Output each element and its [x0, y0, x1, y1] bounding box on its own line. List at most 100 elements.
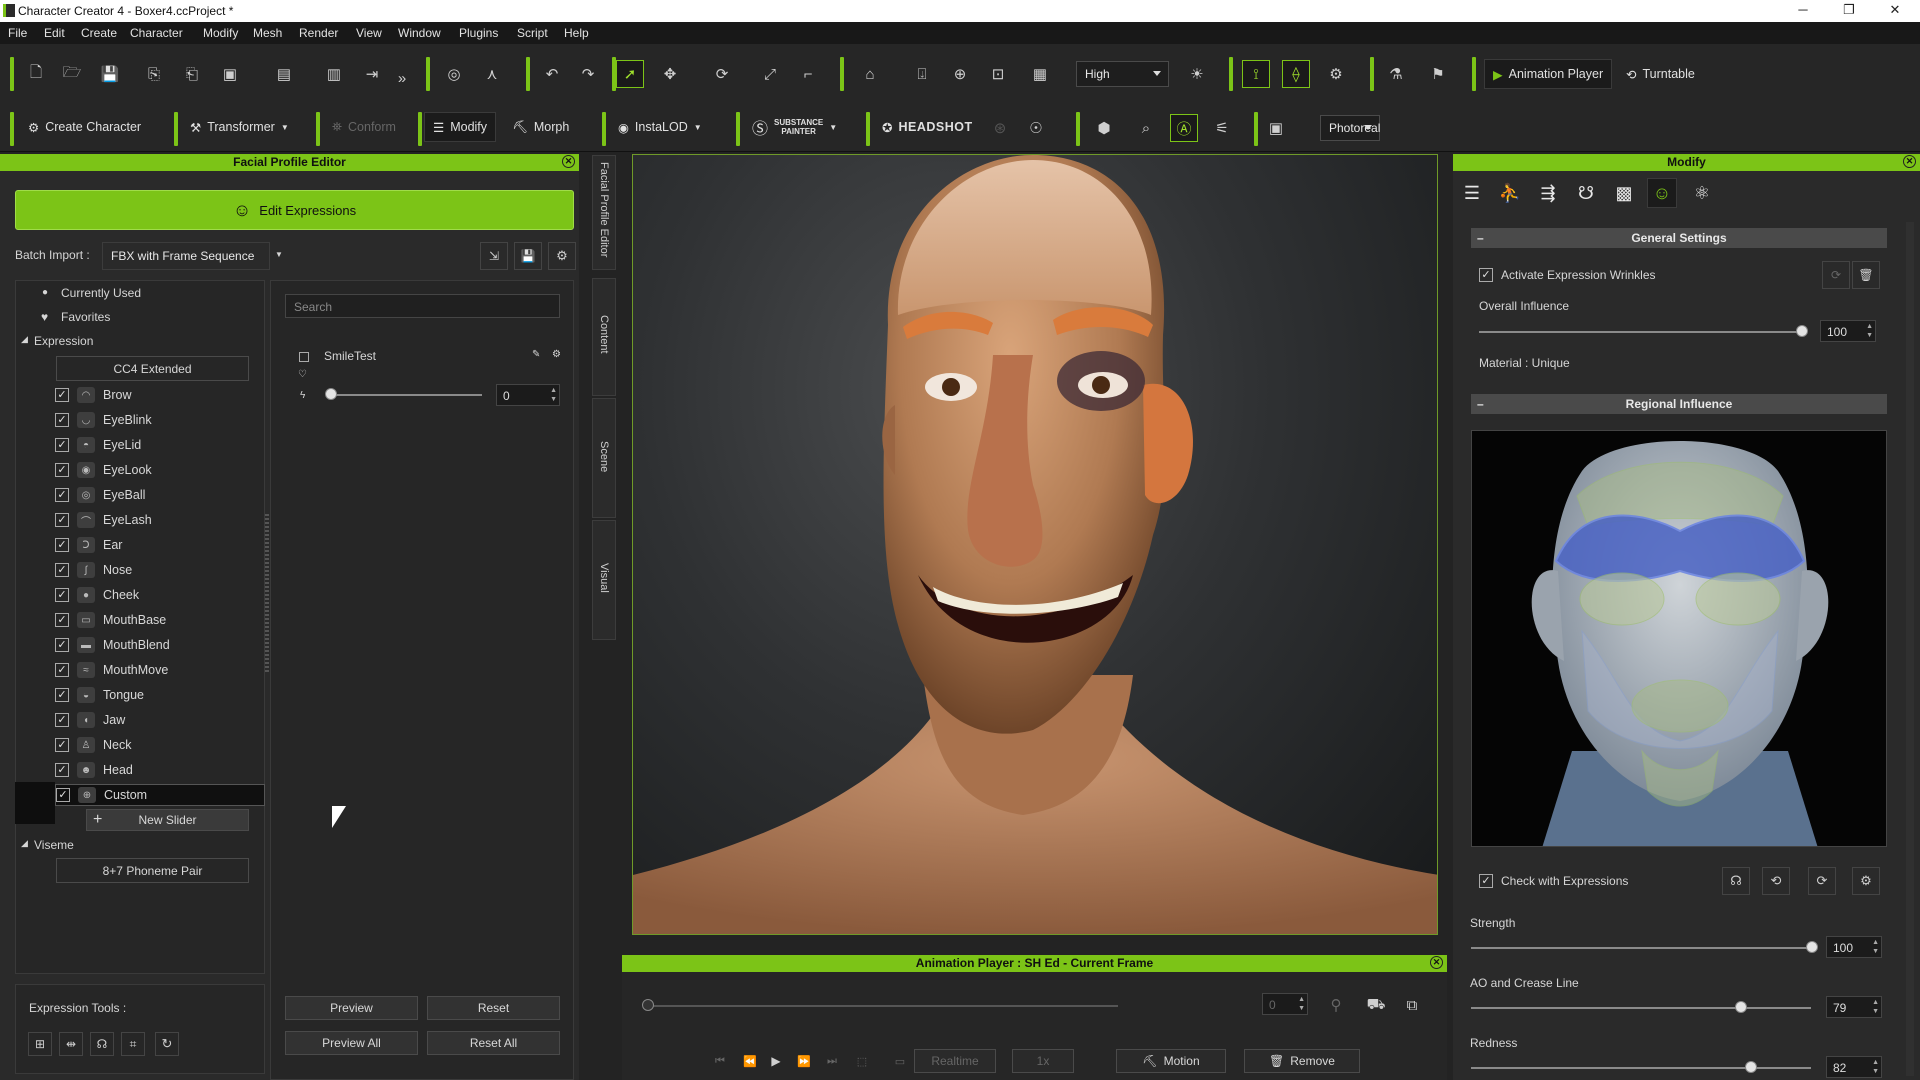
menu-view[interactable]: View: [356, 26, 382, 40]
tool-mask-icon[interactable]: ☊: [90, 1032, 114, 1056]
view-settings-icon[interactable]: ⚙: [1852, 867, 1880, 895]
preview-all-button[interactable]: Preview All: [285, 1031, 418, 1055]
list-item[interactable]: ✓ ◡ EyeBlink: [55, 409, 255, 431]
general-settings-header[interactable]: General Settings –: [1471, 228, 1887, 248]
strength-knob[interactable]: [1806, 941, 1818, 953]
more-icon[interactable]: »: [388, 64, 416, 92]
expression-header[interactable]: Expression: [34, 334, 93, 348]
checkbox-checked[interactable]: ✓: [55, 488, 69, 502]
new-slider-button[interactable]: + New Slider: [86, 809, 249, 831]
list-item[interactable]: ✓ ◠ Brow: [55, 384, 255, 406]
checkbox-checked[interactable]: ✓: [55, 463, 69, 477]
display-mode-icon[interactable]: ▦: [1026, 60, 1054, 88]
checkbox-checked[interactable]: ✓: [56, 788, 70, 802]
camera-frame-icon[interactable]: ⊡: [984, 60, 1012, 88]
close-panel-icon[interactable]: ✕: [1903, 155, 1916, 168]
slider-value-input[interactable]: 0 ▲ ▼: [496, 384, 560, 406]
view-reset-icon[interactable]: ⟳: [1808, 867, 1836, 895]
flag-icon[interactable]: ⚑: [1424, 60, 1452, 88]
overall-influence-knob[interactable]: [1796, 325, 1808, 337]
home-camera-icon[interactable]: ⌂: [856, 60, 884, 88]
import-expression-icon[interactable]: ⇲: [480, 242, 508, 270]
speed-select[interactable]: 1x: [1012, 1049, 1074, 1073]
checkbox-checked[interactable]: ✓: [55, 663, 69, 677]
spinner-icon[interactable]: ▲ ▼: [550, 386, 557, 404]
conform-button[interactable]: ⛯ Conform: [324, 112, 404, 142]
record-icon[interactable]: ▭: [886, 1047, 914, 1075]
refresh-disabled-icon[interactable]: ⟳: [1822, 261, 1850, 289]
instalod-button[interactable]: ◉ InstaLOD ▼: [610, 112, 710, 142]
skip-end-icon[interactable]: ⏭: [818, 1047, 846, 1075]
headphone-icon[interactable]: ☊: [1722, 867, 1750, 895]
view-rotate-icon[interactable]: ⟲: [1762, 867, 1790, 895]
material-icon[interactable]: ⬢: [1090, 114, 1118, 142]
collapse-triangle-icon[interactable]: ◢: [21, 334, 28, 345]
camera-icon[interactable]: ⛟: [1362, 991, 1390, 1019]
render-mode-select[interactable]: Photoreal: [1320, 115, 1380, 141]
menu-plugins[interactable]: Plugins: [459, 26, 498, 40]
save-icon[interactable]: 💾: [96, 60, 124, 88]
list-item[interactable]: ✓ ⌒ EyeLash: [55, 509, 255, 531]
tool-add-icon[interactable]: ⊞: [28, 1032, 52, 1056]
scale-icon[interactable]: ⤢: [756, 60, 784, 88]
timeline-knob[interactable]: [642, 999, 654, 1011]
loop-icon[interactable]: ⬚: [848, 1047, 876, 1075]
move-icon[interactable]: ✥: [656, 60, 684, 88]
send-icon[interactable]: ⇥: [358, 60, 386, 88]
currently-used-item[interactable]: Currently Used: [61, 286, 141, 300]
frame-input[interactable]: 0 ▲ ▼: [1262, 993, 1308, 1015]
transformer-button[interactable]: ⚒ Transformer ▼: [182, 112, 297, 142]
list-item[interactable]: ✓ ☻ Head: [55, 759, 255, 781]
menu-create[interactable]: Create: [81, 26, 117, 40]
reset-all-button[interactable]: Reset All: [427, 1031, 560, 1055]
undo-icon[interactable]: ↶: [538, 60, 566, 88]
close-panel-icon[interactable]: ✕: [1430, 956, 1443, 969]
checkbox-checked[interactable]: ✓: [55, 713, 69, 727]
spinner-icon[interactable]: ▲ ▼: [1298, 995, 1305, 1013]
checkbox-checked[interactable]: ✓: [55, 513, 69, 527]
redness-knob[interactable]: [1744, 1061, 1757, 1073]
motion-edit-icon[interactable]: ⟠: [1282, 60, 1310, 88]
morph-button[interactable]: ⛏ Morph: [504, 112, 577, 142]
slider-select-checkbox[interactable]: [299, 352, 309, 362]
list-item[interactable]: ✓ ▬ MouthBlend: [55, 634, 255, 656]
favorites-item[interactable]: Favorites: [61, 310, 110, 324]
spinner-icon[interactable]: ▲ ▼: [1872, 998, 1879, 1016]
checkbox-checked[interactable]: ✓: [55, 613, 69, 627]
camera-fit-icon[interactable]: ⍗: [908, 60, 936, 88]
checkbox-checked[interactable]: ✓: [55, 413, 69, 427]
physics-tab-icon[interactable]: ⚛: [1687, 178, 1717, 208]
pivot-icon[interactable]: ⌐: [794, 60, 822, 88]
face-scan-icon[interactable]: ☉: [1022, 114, 1050, 142]
edit-expressions-button[interactable]: ☺ Edit Expressions: [15, 190, 574, 230]
character-icon[interactable]: ◎: [440, 60, 468, 88]
tab-visual[interactable]: Visual: [592, 520, 616, 640]
search-input[interactable]: Search: [285, 294, 560, 318]
adjust-icon[interactable]: ⚟: [1208, 114, 1236, 142]
scrollbar[interactable]: [1906, 222, 1914, 1076]
prev-frame-icon[interactable]: ⏪: [736, 1047, 764, 1075]
checkbox-checked[interactable]: ✓: [55, 763, 69, 777]
check-with-expressions-checkbox[interactable]: ✓: [1479, 874, 1493, 888]
new-file-icon[interactable]: 🗋: [22, 60, 50, 88]
settings-gear-icon[interactable]: ⚙: [548, 242, 576, 270]
expression-tab-icon[interactable]: ☺: [1647, 178, 1677, 208]
checkbox-checked[interactable]: ✓: [55, 688, 69, 702]
maximize-button[interactable]: ❐: [1834, 2, 1864, 18]
checkbox-checked[interactable]: ✓: [55, 738, 69, 752]
list-item[interactable]: ✓ Ↄ Ear: [55, 534, 255, 556]
spinner-icon[interactable]: ▲ ▼: [1872, 1058, 1879, 1076]
redo-icon[interactable]: ↷: [574, 60, 602, 88]
list-item[interactable]: ✓ ◉ EyeLook: [55, 459, 255, 481]
list-item[interactable]: ✓ ♙ Neck: [55, 734, 255, 756]
phoneme-pair-button[interactable]: 8+7 Phoneme Pair: [56, 858, 249, 883]
spinner-icon[interactable]: ▲ ▼: [1866, 322, 1873, 340]
checkbox-checked[interactable]: ✓: [55, 538, 69, 552]
export-icon[interactable]: ⎗: [178, 60, 206, 88]
list-item[interactable]: ✓ ◒ Tongue: [55, 684, 255, 706]
realtime-button[interactable]: Realtime: [914, 1049, 996, 1073]
bone-edit-icon[interactable]: ⟟: [1242, 60, 1270, 88]
viseme-header[interactable]: Viseme: [34, 838, 74, 852]
puppet-icon[interactable]: ⚗: [1382, 60, 1410, 88]
checkbox-checked[interactable]: ✓: [55, 563, 69, 577]
